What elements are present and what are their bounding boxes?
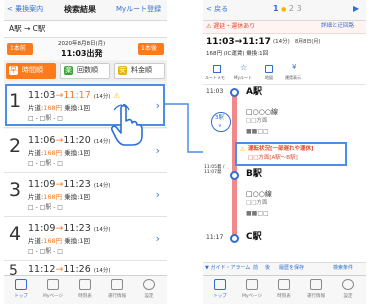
route-summary: 11:03→11:17 (14分) 8月8日(月) 168円 (IC運賃) 乗換… <box>203 34 366 64</box>
warning-icon: ⚠ <box>240 146 246 153</box>
map-button[interactable]: 地図 <box>259 64 279 84</box>
tab-service-info[interactable]: 運行情報 <box>300 278 332 302</box>
summary-time: 11:03→11:17 <box>206 37 271 47</box>
info-icon <box>310 279 322 290</box>
car-info-icon: ■■□□ <box>246 128 269 135</box>
status-title: 運転状況[一部遅れや運休] <box>248 146 314 152</box>
station-b-name[interactable]: B駅 <box>246 170 262 179</box>
line-1-name: □○○○線 <box>246 108 278 116</box>
save-history-button[interactable]: 履歴を保存 <box>279 266 304 271</box>
station-c-dot <box>230 234 239 243</box>
status-sub: □□方面[A駅〜B駅] <box>248 155 298 161</box>
station-a-name[interactable]: A駅 <box>246 88 262 97</box>
station-c-time: 11:17 <box>206 234 224 241</box>
prev-route-button[interactable]: 前 <box>253 266 258 271</box>
line-2-name: □○○線 <box>246 190 272 198</box>
warning-icon: ● <box>281 6 287 13</box>
page-indicator: 1 ● 2 3 <box>273 4 302 13</box>
alert-text: ⚠ 遅延・運休あり <box>206 23 256 30</box>
route-timeline: 11:03 A駅 3駅 ∨ □○○○線 □□方面 ■■□□ ⚠ 運転状況[一部遅… <box>203 85 366 255</box>
summary-fare: 168円 (IC運賃) 乗換:1回 <box>206 51 269 57</box>
station-a-time: 11:03 <box>206 88 224 95</box>
action-icons: ルートメモ ☆ Myルート 地図 ¥ 運賃表示 <box>203 64 366 85</box>
fare-display-button[interactable]: ¥ 運賃表示 <box>283 64 307 84</box>
guide-alarm-button[interactable]: ▼ ガイド・アラーム <box>205 266 250 271</box>
station-b-time: 11:05着 / 11:07発 <box>204 165 225 176</box>
line-2-direction: □□方面 <box>246 200 268 206</box>
car-info-icon: ■■□□ <box>246 210 269 217</box>
map-icon <box>265 65 273 73</box>
footer-toolbar: ▼ ガイド・アラーム 前 後 履歴を保存 検索条件 <box>203 262 366 275</box>
next-route-button[interactable]: 後 <box>265 266 270 271</box>
route-memo-button[interactable]: ルートメモ <box>205 64 229 84</box>
train-icon <box>214 279 226 290</box>
tab-timetable[interactable]: 時刻表 <box>268 278 300 302</box>
next-page-arrow-icon[interactable]: ▶ <box>353 5 359 13</box>
search-conditions-button[interactable]: 検索条件 <box>333 266 353 271</box>
tab-settings[interactable]: 設定 <box>332 278 364 302</box>
alert-bar: ⚠ 遅延・運休あり 詳細と迂回路 <box>203 21 366 34</box>
tab-mypage[interactable]: Myページ <box>236 278 268 302</box>
gear-icon <box>342 279 354 290</box>
summary-date: 8月8日(月) <box>295 39 321 45</box>
station-b-dot <box>230 171 239 180</box>
summary-duration: (14分) <box>273 39 290 45</box>
line-1-direction: □□方面 <box>246 118 268 124</box>
chevron-down-icon: ∨ <box>218 123 222 129</box>
detail-detour-link[interactable]: 詳細と迂回路 <box>321 23 354 30</box>
route-detail-screen: < 戻る 1 ● 2 3 ▶ ⚠ 遅延・運休あり 詳細と迂回路 11:03→11… <box>203 0 366 304</box>
back-button[interactable]: < 戻る <box>206 6 228 13</box>
stops-badge[interactable]: 3駅 ∨ <box>211 112 231 132</box>
line-bar-2 <box>232 179 237 239</box>
header-bar: < 戻る 1 ● 2 3 ▶ <box>203 0 366 21</box>
memo-icon <box>213 65 221 73</box>
station-a-dot <box>230 88 239 97</box>
station-c-name[interactable]: C駅 <box>246 233 262 242</box>
tab-top[interactable]: トップ <box>204 278 236 302</box>
bottom-tab-bar: トップ Myページ 時刻表 運行情報 設定 <box>203 275 366 304</box>
operation-status-box[interactable]: ⚠ 運転状況[一部遅れや運休] □□方面[A駅〜B駅] <box>235 142 347 166</box>
star-icon: ☆ <box>240 63 248 72</box>
timetable-icon <box>278 279 290 290</box>
my-route-button[interactable]: ☆ Myルート <box>232 64 256 84</box>
person-icon <box>246 279 258 290</box>
yen-icon: ¥ <box>292 63 297 71</box>
